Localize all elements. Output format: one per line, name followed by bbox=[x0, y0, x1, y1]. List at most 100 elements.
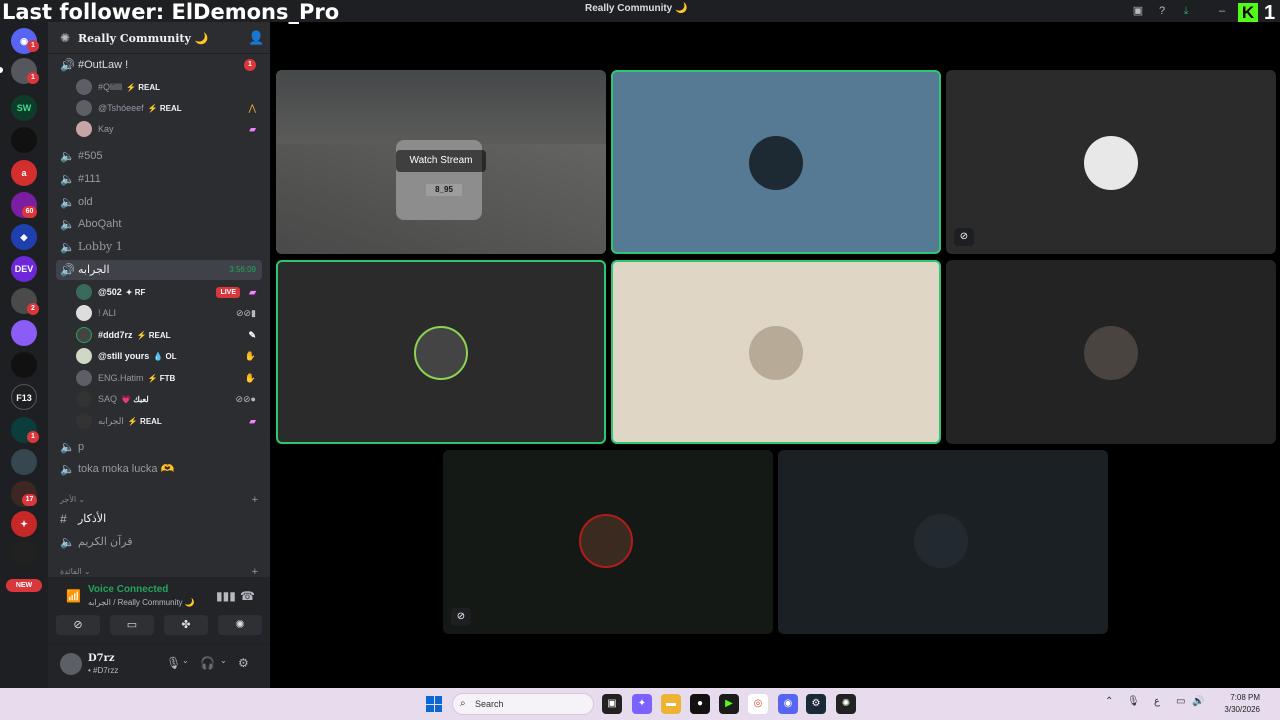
minimize-icon[interactable]: – bbox=[1215, 4, 1229, 18]
voice-channel-lobby[interactable]: 🔈 Lobby 1 bbox=[56, 237, 262, 257]
server-icon[interactable] bbox=[11, 352, 37, 378]
voice-channel-quran[interactable]: 🔈 قرآن الكريم bbox=[56, 532, 262, 552]
channel-badge: 1 bbox=[244, 59, 256, 71]
chevron-down-icon[interactable]: ⌄ bbox=[220, 656, 227, 665]
server-icon[interactable] bbox=[11, 541, 37, 567]
system-clock[interactable]: 7:08 PM 3/30/2026 bbox=[1210, 692, 1260, 716]
server-icon[interactable]: a bbox=[11, 160, 37, 186]
stream-tile[interactable]: 8_95 Watch Stream bbox=[276, 70, 606, 254]
discord-icon[interactable]: ◉ bbox=[778, 694, 798, 714]
download-icon[interactable]: ⤓ bbox=[1179, 4, 1193, 18]
voice-user[interactable]: SAQ 💗 لعبك ⊘⊘● bbox=[76, 389, 262, 409]
add-channel-icon[interactable]: + bbox=[252, 492, 258, 508]
voice-channel-outlaw[interactable]: 🔊 #OutLaw ! 1 bbox=[56, 55, 262, 75]
speaker-icon: 🔊 bbox=[60, 58, 75, 72]
kick-app-icon[interactable]: ▶ bbox=[719, 694, 739, 714]
voice-location[interactable]: الجرابه / Really Community 🌙 bbox=[88, 598, 195, 607]
volume-icon[interactable]: 🔊 bbox=[1192, 696, 1204, 707]
participant-tile[interactable] bbox=[611, 70, 941, 254]
task-view-icon[interactable]: ▣ bbox=[602, 694, 622, 714]
server-icon[interactable] bbox=[11, 127, 37, 153]
voice-user[interactable]: @still yours 💧 OL ✋ bbox=[76, 346, 262, 366]
steam-icon[interactable]: ⚙ bbox=[806, 694, 826, 714]
inbox-icon[interactable]: ▣ bbox=[1131, 4, 1145, 18]
category-header[interactable]: الأجر ⌄ + bbox=[56, 492, 262, 508]
live-badge: LIVE bbox=[216, 287, 240, 298]
voice-user[interactable]: الجرابه ⚡ REAL ▰ bbox=[76, 411, 262, 431]
username[interactable]: D7rz bbox=[88, 653, 115, 664]
help-icon[interactable]: ? bbox=[1155, 4, 1169, 18]
participant-tile[interactable] bbox=[611, 260, 941, 444]
voice-channel-505[interactable]: 🔈 #505 bbox=[56, 146, 262, 166]
avatar bbox=[1084, 326, 1138, 380]
server-icon[interactable] bbox=[11, 449, 37, 475]
avatar bbox=[76, 79, 92, 95]
server-icon[interactable]: ✦ bbox=[11, 511, 37, 537]
participant-tile[interactable] bbox=[778, 450, 1108, 634]
noise-suppression-icon[interactable]: ▮▮▮ bbox=[216, 589, 236, 603]
avatar bbox=[76, 284, 92, 300]
voice-user[interactable]: ENG.Hatim ⚡ FTB ✋ bbox=[76, 368, 262, 388]
participant-tile[interactable]: ⊘ bbox=[946, 70, 1276, 254]
mic-tray-icon[interactable]: 🎙 bbox=[1127, 696, 1140, 707]
server-header[interactable]: ✺ Really Community 🌙 👤 bbox=[48, 22, 270, 54]
activities-button[interactable]: ✤ bbox=[164, 615, 208, 635]
voice-user[interactable]: Kay ▰ bbox=[76, 119, 262, 139]
language-icon[interactable]: ع bbox=[1154, 696, 1160, 707]
voice-user[interactable]: @502 ✦ RF LIVE ▰ bbox=[76, 282, 262, 302]
activity-icon: ⋀ bbox=[248, 103, 256, 113]
file-explorer-icon[interactable]: ▬ bbox=[661, 694, 681, 714]
start-menu-icon[interactable] bbox=[426, 696, 442, 712]
voice-user[interactable]: #ddd7rz ⚡ REAL ✎ bbox=[76, 325, 262, 345]
invite-icon[interactable]: 👤 bbox=[248, 30, 264, 46]
server-name: Really Community 🌙 bbox=[78, 32, 209, 45]
server-icon[interactable]: ◆ bbox=[11, 224, 37, 250]
chevron-down-icon[interactable]: ⌄ bbox=[182, 656, 189, 665]
chrome-icon[interactable]: ◎ bbox=[748, 694, 768, 714]
voice-stage: 8_95 Watch Stream ⊘ ⊘ bbox=[270, 22, 1280, 688]
headphones-icon[interactable]: 🎧 bbox=[200, 656, 215, 670]
avatar[interactable] bbox=[60, 653, 82, 675]
game-icon[interactable]: ✺ bbox=[836, 694, 856, 714]
server-icon[interactable]: SW bbox=[11, 95, 37, 121]
participant-tile[interactable] bbox=[276, 260, 606, 444]
voice-user[interactable]: #Qlillll ⚡ REAL bbox=[76, 77, 262, 97]
camera-button[interactable]: ⊘ bbox=[56, 615, 100, 635]
voice-channel-current[interactable]: 🔊 الجرابه 3:56:09 bbox=[56, 260, 262, 280]
server-icon[interactable]: DEV bbox=[11, 256, 37, 282]
voice-user[interactable]: @Tshóeeef ⚡ REAL ⋀ bbox=[76, 98, 262, 118]
voice-channel-old[interactable]: 🔈 old bbox=[56, 192, 262, 212]
voice-status[interactable]: Voice Connected bbox=[88, 584, 168, 595]
screen-share-button[interactable]: ▭ bbox=[110, 615, 154, 635]
voice-connected-panel: 📶 Voice Connected الجرابه / Really Commu… bbox=[48, 577, 270, 645]
chevron-up-icon[interactable]: ⌃ bbox=[1105, 696, 1113, 707]
disconnect-icon[interactable]: ☎ bbox=[240, 589, 255, 603]
server-icon[interactable] bbox=[11, 320, 37, 346]
watch-stream-button[interactable]: Watch Stream bbox=[396, 150, 486, 172]
avatar bbox=[914, 514, 968, 568]
obs-icon[interactable]: ● bbox=[690, 694, 710, 714]
participant-tile[interactable]: ⊘ bbox=[443, 450, 773, 634]
network-icon[interactable]: ▭ bbox=[1176, 696, 1185, 707]
text-channel-adhkar[interactable]: # الأذكار bbox=[56, 509, 262, 529]
home-badge: 1 bbox=[27, 40, 39, 52]
voice-channel-111[interactable]: 🔈 #111 bbox=[56, 169, 262, 189]
voice-user[interactable]: ! ALI ⊘⊘▮ bbox=[76, 303, 262, 323]
voice-channel-toka[interactable]: 🔈 toka moka lucka 🫶 bbox=[56, 459, 262, 479]
speaker-icon: 🔈 bbox=[60, 149, 75, 163]
avatar bbox=[414, 326, 468, 380]
copilot-icon[interactable]: ✦ bbox=[632, 694, 652, 714]
server-icon[interactable]: F13 bbox=[11, 384, 37, 410]
soundboard-button[interactable]: ✺ bbox=[218, 615, 262, 635]
avatar bbox=[76, 391, 92, 407]
activity-icon: ▰ bbox=[249, 416, 256, 426]
mic-icon[interactable]: 🎙 bbox=[166, 656, 181, 670]
signal-icon[interactable]: 📶 bbox=[66, 589, 81, 603]
taskbar-search[interactable]: ⌕ Search bbox=[452, 693, 594, 715]
settings-icon[interactable]: ⚙ bbox=[238, 656, 249, 670]
voice-channel-p[interactable]: 🔈 p bbox=[56, 437, 262, 457]
participant-tile[interactable] bbox=[946, 260, 1276, 444]
voice-channel-aboqaht[interactable]: 🔈 AboQaht bbox=[56, 214, 262, 234]
server-badge: 1 bbox=[27, 72, 39, 84]
camera-off-icon: ⊘ bbox=[954, 228, 974, 246]
